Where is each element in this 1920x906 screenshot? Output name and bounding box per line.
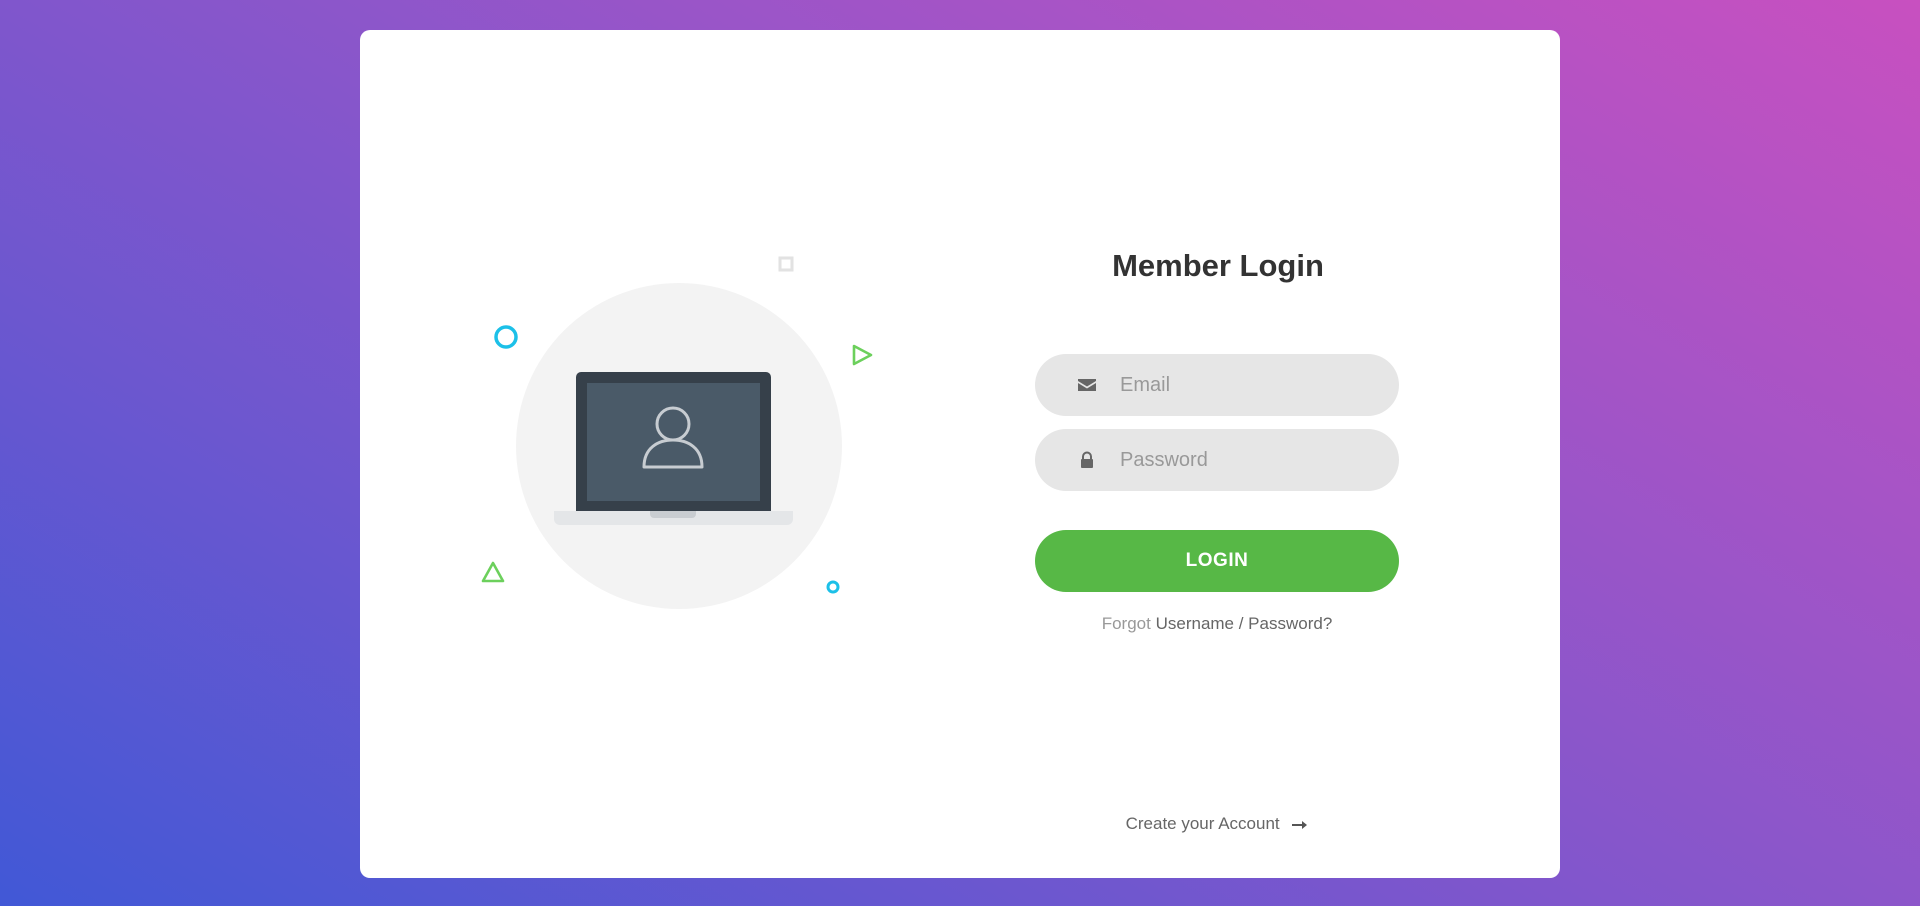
laptop-display <box>587 383 760 501</box>
page-title: Member Login <box>1112 248 1324 283</box>
deco-play-triangle-icon <box>852 344 873 366</box>
laptop-screen <box>576 372 771 512</box>
deco-circle-icon <box>494 325 518 349</box>
login-card: Member Login LOGIN Forgot Username / Pas… <box>360 30 1560 878</box>
password-field-wrapper <box>1035 429 1399 491</box>
arrow-right-icon <box>1292 820 1308 829</box>
laptop-notch <box>650 511 696 518</box>
forgot-prefix: Forgot <box>1101 614 1151 633</box>
create-account-row: Create your Account <box>1035 814 1399 834</box>
lock-icon <box>1081 451 1093 468</box>
forgot-password-link[interactable]: Username / Password? <box>1156 614 1333 633</box>
deco-small-circle-icon <box>826 580 840 594</box>
deco-square-icon <box>778 256 794 272</box>
login-illustration <box>360 30 960 878</box>
laptop-base <box>554 511 793 525</box>
email-input[interactable] <box>1120 354 1380 416</box>
login-form: Member Login LOGIN Forgot Username / Pas… <box>1035 30 1401 878</box>
deco-triangle-icon <box>481 561 505 583</box>
password-input[interactable] <box>1120 429 1380 491</box>
user-avatar-icon <box>642 406 704 469</box>
create-account-link[interactable]: Create your Account <box>1126 814 1309 833</box>
forgot-password-row: Forgot Username / Password? <box>1035 614 1399 634</box>
login-button[interactable]: LOGIN <box>1035 530 1399 592</box>
envelope-icon <box>1078 379 1096 391</box>
email-field-wrapper <box>1035 354 1399 416</box>
create-account-label: Create your Account <box>1125 814 1280 833</box>
